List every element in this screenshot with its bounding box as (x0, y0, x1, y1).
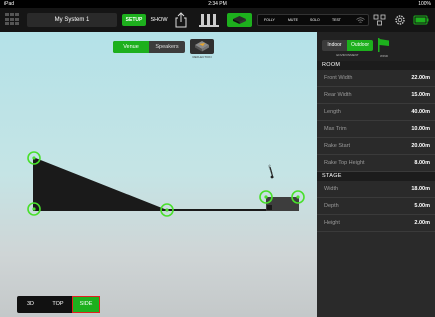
mute-button[interactable]: MUTE (288, 15, 298, 25)
property-value[interactable]: 2.00m (414, 215, 430, 231)
section-header-room: ROOM (317, 61, 435, 70)
property-label: Width (324, 186, 339, 192)
property-label: Height (324, 220, 340, 226)
wind-label: WIND (380, 54, 388, 58)
property-label: Rake Top Height (324, 160, 365, 166)
mix-controls-box: FOLLY MUTE SOLO TEST (257, 14, 369, 26)
top-toolbar: My System 1 SETUP SHOW FOLLY MUTE SOLO T… (0, 8, 435, 32)
property-value[interactable]: 8.00m (414, 155, 430, 171)
status-bar: iPad 2:34 PM 100% (0, 0, 435, 8)
property-value[interactable]: 15.00m (411, 87, 430, 103)
tab-top[interactable]: TOP (44, 296, 72, 313)
tab-3d[interactable]: 3D (17, 296, 44, 313)
speaker-marker[interactable] (267, 205, 272, 210)
side-view-drawing: Source (27, 151, 305, 217)
environment-label: ENVIRONMENT (336, 53, 359, 57)
grid-menu-icon[interactable] (5, 13, 20, 26)
solo-button[interactable]: SOLO (310, 15, 320, 25)
gear-icon[interactable] (393, 14, 407, 26)
env-outdoor-option[interactable]: Outdoor (347, 40, 373, 51)
property-row-rake-start[interactable]: Rake Start 20.00m (317, 138, 435, 155)
battery-text: 100% (418, 1, 431, 7)
share-icon[interactable] (175, 12, 187, 28)
environment-header: Indoor Outdoor ENVIRONMENT WIND (317, 32, 435, 61)
properties-panel: Indoor Outdoor ENVIRONMENT WIND ROOM Fron… (317, 32, 435, 317)
speaker-view-button[interactable] (227, 13, 252, 27)
section-header-stage: STAGE (317, 172, 435, 181)
property-label: Front Width (324, 75, 353, 81)
clock: 2:34 PM (208, 1, 227, 7)
env-indoor-option[interactable]: Indoor (322, 40, 347, 51)
property-row-front-width[interactable]: Front Width 22.00m (317, 70, 435, 87)
property-label: Rear Width (324, 92, 352, 98)
level-meters-icon[interactable] (198, 12, 222, 28)
speaker-icon (233, 16, 246, 24)
network-icon[interactable] (373, 14, 387, 26)
environment-toggle: Indoor Outdoor (322, 40, 373, 51)
property-value[interactable]: 20.00m (411, 138, 430, 154)
audience-rake (33, 157, 167, 210)
property-label: Length (324, 109, 341, 115)
battery-icon[interactable] (413, 14, 429, 26)
property-value[interactable]: 5.00m (414, 198, 430, 214)
system-name-field[interactable]: My System 1 (27, 13, 117, 27)
wind-flag-icon[interactable] (377, 38, 390, 52)
property-row-length[interactable]: Length 40.00m (317, 104, 435, 121)
folly-button[interactable]: FOLLY (264, 15, 275, 25)
source-label: Source (267, 164, 274, 175)
property-value[interactable]: 40.00m (411, 104, 430, 120)
wifi-icon (356, 17, 365, 23)
property-value[interactable]: 22.00m (411, 70, 430, 86)
property-label: Max Trim (324, 126, 347, 132)
property-row-rake-top-height[interactable]: Rake Top Height 8.00m (317, 155, 435, 172)
setup-button[interactable]: SETUP (122, 14, 146, 26)
tab-side[interactable]: SIDE (72, 296, 100, 313)
property-label: Depth (324, 203, 339, 209)
property-value[interactable]: 18.00m (411, 181, 430, 197)
property-label: Rake Start (324, 143, 350, 149)
test-button[interactable]: TEST (332, 15, 341, 25)
property-row-rear-width[interactable]: Rear Width 15.00m (317, 87, 435, 104)
property-row-max-trim[interactable]: Max Trim 10.00m (317, 121, 435, 138)
view-mode-toggle: 3D TOP SIDE (17, 296, 100, 313)
venue-canvas[interactable]: Venue Speakers REFLECTION Source 3D TOP … (0, 32, 317, 317)
property-value[interactable]: 10.00m (411, 121, 430, 137)
property-row-height[interactable]: Height 2.00m (317, 215, 435, 232)
show-button[interactable]: SHOW (148, 14, 170, 26)
property-row-width[interactable]: Width 18.00m (317, 181, 435, 198)
property-row-depth[interactable]: Depth 5.00m (317, 198, 435, 215)
